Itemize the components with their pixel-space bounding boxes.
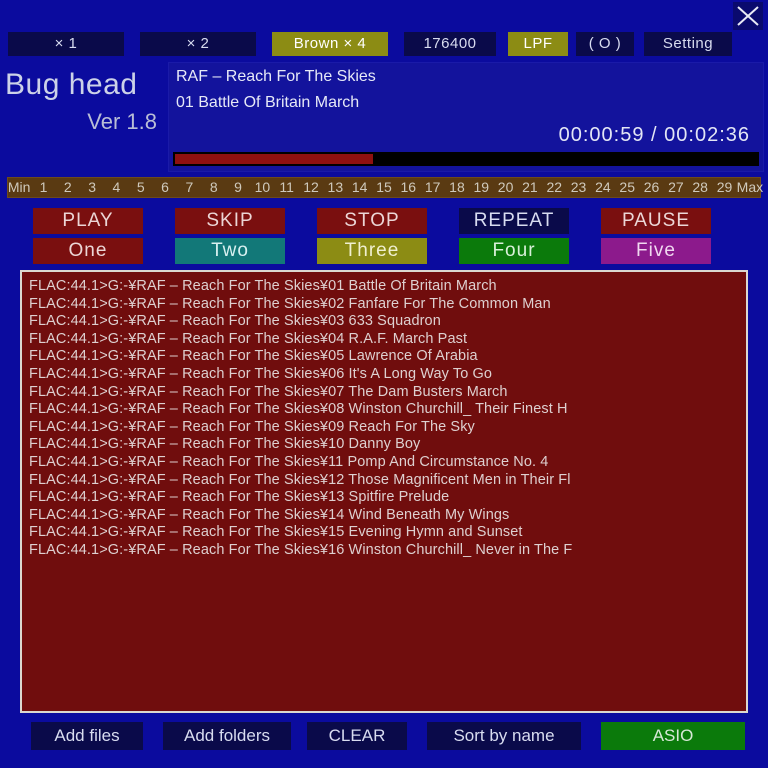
bottom-toolbar: Add files Add folders CLEAR Sort by name ASI… — [0, 722, 768, 754]
volume-tick-max[interactable]: Max — [737, 178, 763, 197]
playlist-row[interactable]: FLAC:44.1>G:-¥RAF – Reach For The Skies¥… — [29, 278, 746, 296]
volume-tick-29[interactable]: 29 — [712, 178, 736, 197]
volume-tick-14[interactable]: 14 — [348, 178, 372, 197]
toolbar-button-6[interactable]: Setting — [644, 32, 732, 56]
now-playing-panel: RAF – Reach For The Skies 01 Battle Of B… — [168, 62, 764, 172]
transport-button-grid: PLAY SKIP STOP REPEAT PAUSE One Two Three Four Fi… — [0, 208, 768, 264]
playlist-row[interactable]: FLAC:44.1>G:-¥RAF – Reach For The Skies¥… — [29, 331, 746, 349]
volume-tick-min[interactable]: Min — [7, 178, 31, 197]
volume-tick-19[interactable]: 19 — [469, 178, 493, 197]
playlist-row[interactable]: FLAC:44.1>G:-¥RAF – Reach For The Skies¥… — [29, 524, 746, 542]
playlist-panel[interactable]: FLAC:44.1>G:-¥RAF – Reach For The Skies¥… — [20, 270, 748, 713]
playlist-row[interactable]: FLAC:44.1>G:-¥RAF – Reach For The Skies¥… — [29, 542, 746, 560]
transport-button-two[interactable]: Two — [175, 238, 285, 264]
app-title: Bug head — [5, 68, 138, 101]
bottom-button-clear[interactable]: CLEAR — [307, 722, 407, 750]
top-toolbar: × 1 × 2 Brown × 4 176400 LPF ( O ) Setting — [0, 32, 768, 58]
transport-button-five[interactable]: Five — [601, 238, 711, 264]
volume-tick-1[interactable]: 1 — [31, 178, 55, 197]
playlist-row[interactable]: FLAC:44.1>G:-¥RAF – Reach For The Skies¥… — [29, 472, 746, 490]
playlist-row[interactable]: FLAC:44.1>G:-¥RAF – Reach For The Skies¥… — [29, 454, 746, 472]
toolbar-button-1[interactable]: × 2 — [140, 32, 256, 56]
volume-tick-27[interactable]: 27 — [664, 178, 688, 197]
bottom-button-asio[interactable]: ASIO — [601, 722, 745, 750]
transport-button-stop[interactable]: STOP — [317, 208, 427, 234]
playlist-row[interactable]: FLAC:44.1>G:-¥RAF – Reach For The Skies¥… — [29, 313, 746, 331]
playlist-row[interactable]: FLAC:44.1>G:-¥RAF – Reach For The Skies¥… — [29, 419, 746, 437]
playlist-row[interactable]: FLAC:44.1>G:-¥RAF – Reach For The Skies¥… — [29, 366, 746, 384]
playlist-rows: FLAC:44.1>G:-¥RAF – Reach For The Skies¥… — [22, 272, 746, 560]
volume-tick-21[interactable]: 21 — [518, 178, 542, 197]
volume-tick-9[interactable]: 9 — [226, 178, 250, 197]
bottom-button-sort-by-name[interactable]: Sort by name — [427, 722, 581, 750]
volume-tick-6[interactable]: 6 — [153, 178, 177, 197]
playlist-row[interactable]: FLAC:44.1>G:-¥RAF – Reach For The Skies¥… — [29, 489, 746, 507]
close-window-button[interactable] — [733, 2, 763, 30]
volume-tick-11[interactable]: 11 — [275, 178, 299, 197]
volume-tick-4[interactable]: 4 — [104, 178, 128, 197]
volume-tick-7[interactable]: 7 — [177, 178, 201, 197]
volume-tick-3[interactable]: 3 — [80, 178, 104, 197]
volume-tick-18[interactable]: 18 — [445, 178, 469, 197]
toolbar-button-0[interactable]: × 1 — [8, 32, 124, 56]
volume-tick-15[interactable]: 15 — [372, 178, 396, 197]
transport-button-four[interactable]: Four — [459, 238, 569, 264]
volume-tick-17[interactable]: 17 — [420, 178, 444, 197]
playlist-row[interactable]: FLAC:44.1>G:-¥RAF – Reach For The Skies¥… — [29, 348, 746, 366]
volume-tick-23[interactable]: 23 — [566, 178, 590, 197]
volume-tick-5[interactable]: 5 — [129, 178, 153, 197]
playlist-row[interactable]: FLAC:44.1>G:-¥RAF – Reach For The Skies¥… — [29, 401, 746, 419]
bug-head-player-window: × 1 × 2 Brown × 4 176400 LPF ( O ) Setting Bug… — [0, 0, 768, 768]
playlist-row[interactable]: FLAC:44.1>G:-¥RAF – Reach For The Skies¥… — [29, 436, 746, 454]
volume-tick-22[interactable]: 22 — [542, 178, 566, 197]
volume-tick-24[interactable]: 24 — [591, 178, 615, 197]
transport-button-one[interactable]: One — [33, 238, 143, 264]
bottom-button-add-folders[interactable]: Add folders — [163, 722, 291, 750]
toolbar-button-4[interactable]: LPF — [508, 32, 568, 56]
volume-tick-12[interactable]: 12 — [299, 178, 323, 197]
toolbar-button-2[interactable]: Brown × 4 — [272, 32, 388, 56]
volume-ruler[interactable]: Min 1 2 3 4 5 6 7 8 9 10 11 12 13 14 15 16 17 18 19 20 21 22 23… — [7, 177, 763, 198]
playlist-row[interactable]: FLAC:44.1>G:-¥RAF – Reach For The Skies¥… — [29, 296, 746, 314]
transport-button-play[interactable]: PLAY — [33, 208, 143, 234]
volume-tick-8[interactable]: 8 — [202, 178, 226, 197]
volume-tick-20[interactable]: 20 — [493, 178, 517, 197]
playlist-row[interactable]: FLAC:44.1>G:-¥RAF – Reach For The Skies¥… — [29, 507, 746, 525]
now-playing-album: RAF – Reach For The Skies — [176, 68, 376, 85]
volume-tick-26[interactable]: 26 — [639, 178, 663, 197]
transport-button-three[interactable]: Three — [317, 238, 427, 264]
playback-time-display: 00:00:59 / 00:02:36 — [558, 124, 750, 146]
transport-button-skip[interactable]: SKIP — [175, 208, 285, 234]
app-version: Ver 1.8 — [87, 109, 157, 134]
now-playing-track: 01 Battle Of Britain March — [176, 94, 360, 111]
volume-ruler-ticks: Min 1 2 3 4 5 6 7 8 9 10 11 12 13 14 15 16 17 18 19 20 21 22 23… — [7, 177, 763, 198]
bottom-button-add-files[interactable]: Add files — [31, 722, 143, 750]
transport-button-repeat[interactable]: REPEAT — [459, 208, 569, 234]
playlist-row[interactable]: FLAC:44.1>G:-¥RAF – Reach For The Skies¥… — [29, 384, 746, 402]
volume-tick-28[interactable]: 28 — [688, 178, 712, 197]
volume-tick-16[interactable]: 16 — [396, 178, 420, 197]
transport-button-pause[interactable]: PAUSE — [601, 208, 711, 234]
toolbar-button-5[interactable]: ( O ) — [576, 32, 634, 56]
volume-tick-13[interactable]: 13 — [323, 178, 347, 197]
close-icon — [737, 6, 759, 26]
playback-progress-bar[interactable] — [173, 152, 759, 166]
playback-progress-fill — [175, 154, 373, 164]
volume-tick-10[interactable]: 10 — [250, 178, 274, 197]
volume-tick-2[interactable]: 2 — [56, 178, 80, 197]
volume-tick-25[interactable]: 25 — [615, 178, 639, 197]
toolbar-button-3[interactable]: 176400 — [404, 32, 496, 56]
brand-block: Bug head Ver 1.8 — [0, 62, 164, 172]
